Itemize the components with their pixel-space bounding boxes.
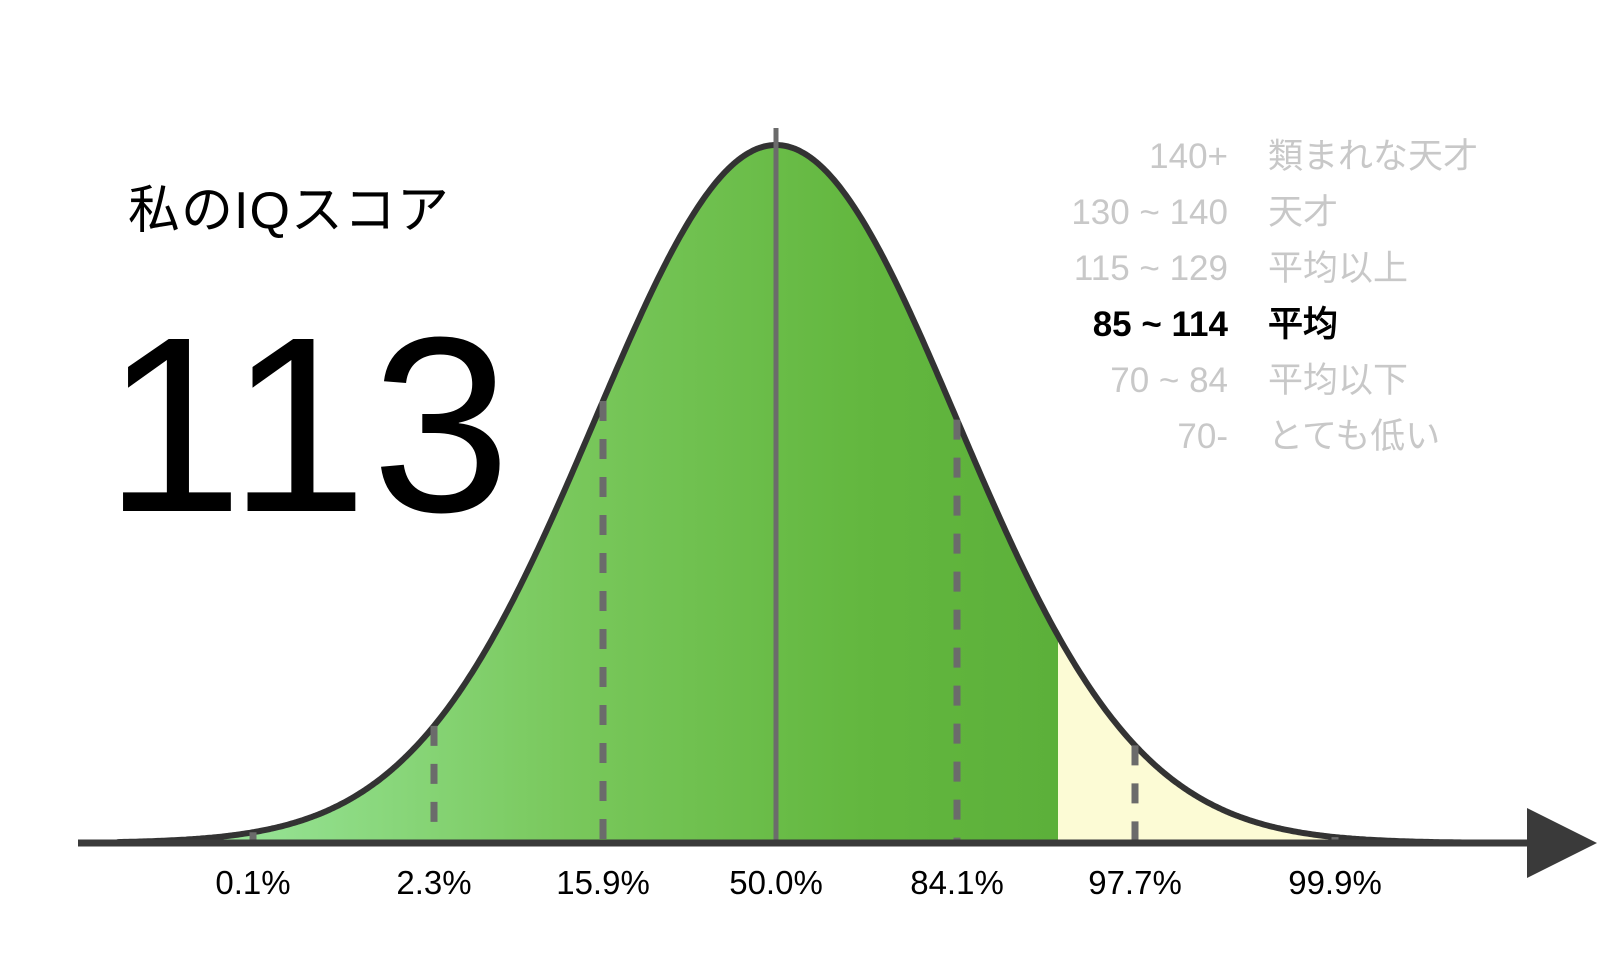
x-tick-label: 84.1%	[910, 864, 1004, 901]
iq-score-chart: 私のIQスコア 113 140+ 類まれな天才 130 ~ 140 天才 115 ~ 1…	[0, 0, 1604, 960]
page-title: 私のIQスコア	[128, 182, 450, 240]
score-value: 113	[104, 285, 515, 564]
x-tick-label: 99.9%	[1288, 864, 1382, 901]
legend-row: 115 ~ 129 平均以上	[1000, 240, 1480, 296]
x-tick-label: 15.9%	[556, 864, 650, 901]
legend-label: 平均	[1268, 305, 1339, 344]
legend-range: 115 ~ 129	[1073, 249, 1228, 288]
legend-row: 85 ~ 114 平均	[1000, 296, 1480, 352]
legend-label: 平均以下	[1268, 361, 1409, 400]
legend-label: 天才	[1268, 193, 1339, 232]
legend-row: 140+ 類まれな天才	[1000, 128, 1480, 184]
iq-range-legend: 140+ 類まれな天才 130 ~ 140 天才 115 ~ 129 平均以上 85 ~ 1…	[1000, 128, 1480, 464]
legend-label: 類まれな天才	[1268, 137, 1479, 176]
x-tick-label: 50.0%	[729, 864, 823, 901]
legend-range: 85 ~ 114	[1092, 305, 1228, 344]
legend-row: 130 ~ 140 天才	[1000, 184, 1480, 240]
legend-range: 140+	[1149, 137, 1228, 176]
legend-range: 70 ~ 84	[1110, 361, 1228, 400]
legend-row: 70- とても低い	[1000, 408, 1480, 464]
legend-range: 70-	[1177, 417, 1228, 456]
legend-label: とても低い	[1268, 417, 1441, 456]
legend-label: 平均以上	[1268, 249, 1409, 288]
x-tick-label: 0.1%	[215, 864, 291, 901]
x-tick-label: 97.7%	[1088, 864, 1182, 901]
legend-row: 70 ~ 84 平均以下	[1000, 352, 1480, 408]
legend-range: 130 ~ 140	[1071, 193, 1228, 232]
x-tick-label: 2.3%	[396, 864, 472, 901]
